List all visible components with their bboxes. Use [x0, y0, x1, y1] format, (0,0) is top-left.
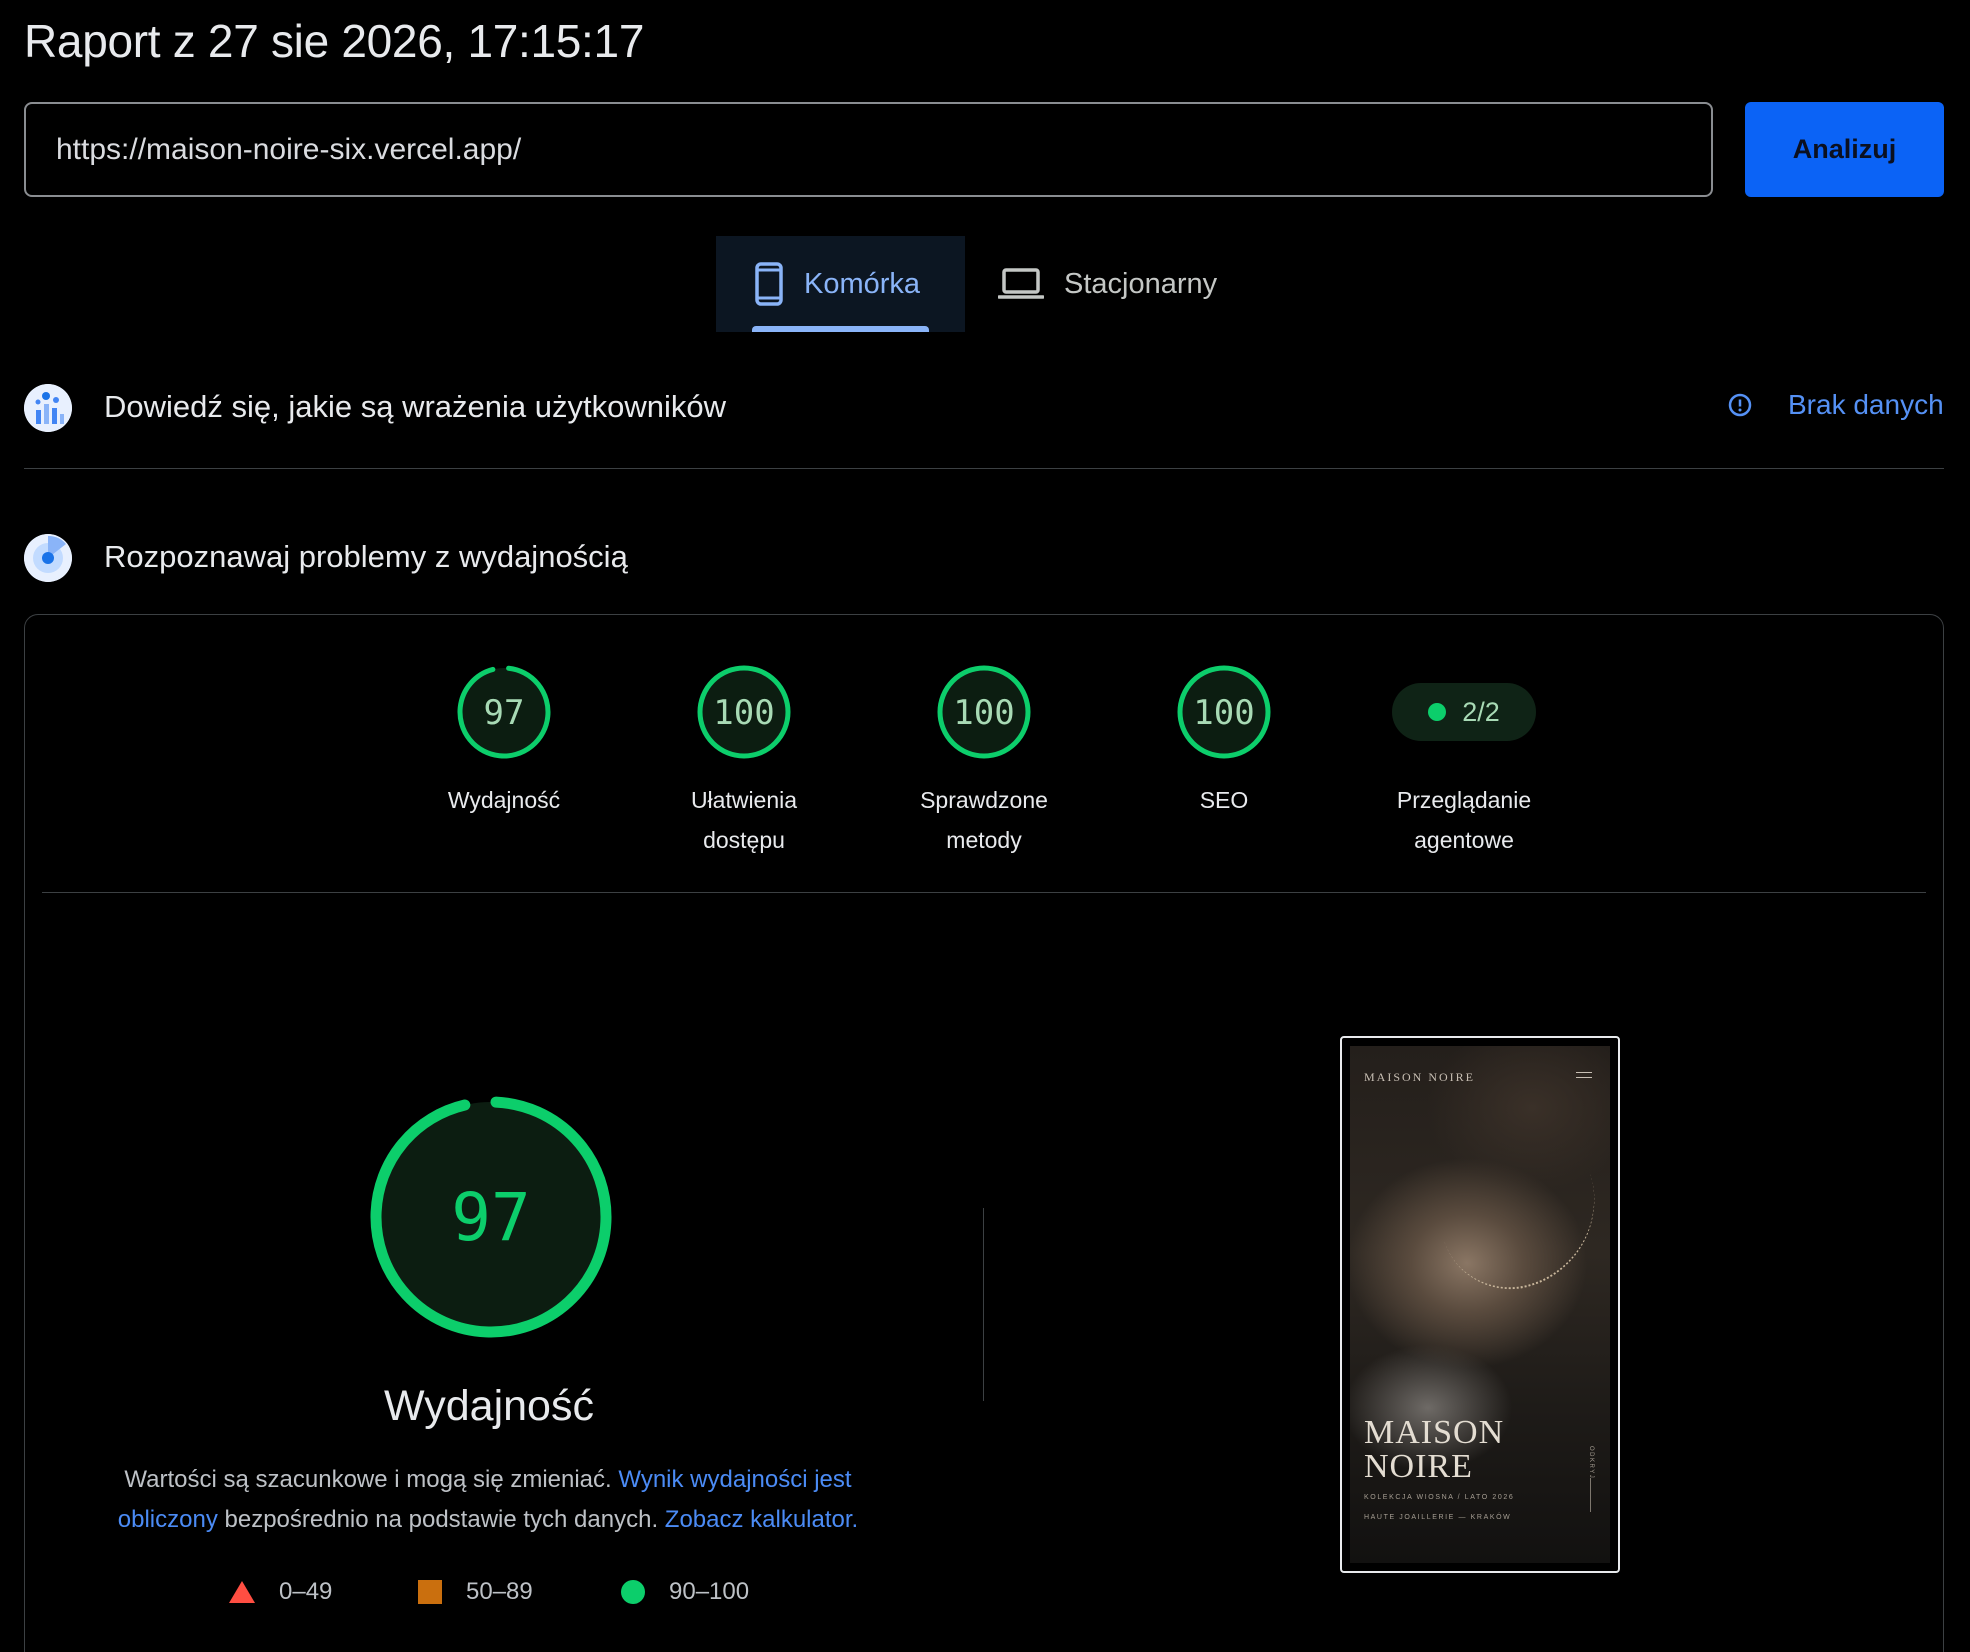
smartphone-icon: [754, 262, 784, 306]
score-value: 100: [953, 693, 1014, 733]
vertical-divider: [983, 1208, 984, 1401]
legend-fail: 0–49: [229, 1578, 332, 1606]
score-gauge-ring: 97: [457, 665, 551, 759]
legend-pass: 90–100: [621, 1578, 749, 1606]
thumb-subtitle-1: KOLEKCJA WIOSNA / LATO 2026: [1364, 1494, 1515, 1501]
no-data-link[interactable]: Brak danych: [1728, 389, 1944, 421]
lighthouse-icon: [24, 534, 72, 582]
desc-text-1: Wartości są szacunkowe i mogą się zmieni…: [124, 1466, 619, 1493]
desc-text-3: .: [851, 1506, 859, 1533]
score-gauge-ring: 100: [1177, 665, 1271, 759]
legend-average-range: 50–89: [466, 1578, 533, 1605]
triangle-icon: [229, 1581, 255, 1603]
score-gauge-1[interactable]: 100: [696, 664, 792, 765]
tab-desktop[interactable]: Stacjonarny: [996, 236, 1256, 332]
agentic-label-line2: agentowe: [1414, 827, 1514, 853]
score-label-1: Ułatwienia dostępu: [644, 780, 844, 860]
laptop-icon: [998, 267, 1044, 301]
legend-fail-range: 0–49: [279, 1578, 333, 1605]
circle-icon: [621, 1580, 645, 1604]
thumb-hero-line2: NOIRE: [1364, 1448, 1473, 1485]
square-icon: [418, 1580, 442, 1604]
score-gauge-3[interactable]: 100: [1176, 664, 1272, 765]
score-label-line1: Sprawdzone: [920, 787, 1048, 813]
score-label-line1: Ułatwienia: [690, 787, 798, 813]
score-gauge-2[interactable]: 100: [936, 664, 1032, 765]
score-gauge-ring: 100: [697, 665, 791, 759]
score-gauge-ring: 100: [937, 665, 1031, 759]
desc-text-2: bezpośrednio na podstawie tych danych.: [217, 1506, 665, 1533]
performance-gauge: 97: [370, 1096, 612, 1338]
score-label-line2: metody: [946, 827, 1022, 853]
tab-desktop-label: Stacjonarny: [1064, 267, 1218, 300]
thumb-side-text: ODKRYJ: [1588, 1446, 1594, 1480]
score-value: 100: [1193, 693, 1254, 733]
tab-selected-indicator: [752, 326, 929, 332]
users-chart-icon: [24, 384, 72, 432]
thumb-brand: MAISON NOIRE: [1364, 1070, 1475, 1084]
screenshot-image: MAISON NOIRE MAISON NOIRE KOLEKCJA WIOSN…: [1350, 1046, 1610, 1563]
pass-dot-icon: [1428, 703, 1447, 721]
tab-mobile-label: Komórka: [804, 267, 921, 300]
performance-description: Wartości są szacunkowe i mogą się zmieni…: [88, 1460, 888, 1540]
url-input[interactable]: [56, 132, 1711, 167]
see-calculator-link[interactable]: Zobacz kalkulator: [665, 1506, 852, 1533]
section-title-diagnose: Rozpoznawaj problemy z wydajnością: [104, 539, 628, 574]
legend-pass-range: 90–100: [669, 1578, 750, 1605]
agentic-browsing-badge[interactable]: 2/2: [1392, 683, 1536, 741]
score-label-line1: Wydajność: [447, 787, 561, 813]
score-label-3: SEO: [1124, 780, 1324, 820]
thumb-side-line: [1590, 1478, 1591, 1512]
score-label-line1: SEO: [1199, 787, 1249, 813]
necklace-shape: [1422, 1124, 1610, 1308]
score-label-line2: dostępu: [703, 827, 785, 853]
agentic-label-line1: Przeglądanie: [1396, 787, 1532, 813]
thumb-hero-line1: MAISON: [1364, 1414, 1505, 1451]
info-icon: [1728, 393, 1752, 417]
no-data-label: Brak danych: [1788, 389, 1944, 420]
agentic-label: Przeglądanie agentowe: [1364, 780, 1564, 860]
score-label-2: Sprawdzone metody: [884, 780, 1084, 860]
score-gauge-0[interactable]: 97: [456, 664, 552, 765]
url-field-container[interactable]: [24, 102, 1713, 197]
score-value: 100: [713, 693, 774, 733]
analyze-button[interactable]: Analizuj: [1745, 102, 1944, 197]
score-label-0: Wydajność: [404, 780, 604, 820]
performance-score: 97: [451, 1179, 530, 1256]
hamburger-menu-icon: [1576, 1072, 1592, 1082]
thumb-hero-title: MAISON NOIRE: [1364, 1416, 1504, 1484]
agentic-score: 2/2: [1462, 696, 1500, 727]
tab-mobile[interactable]: Komórka: [716, 236, 965, 332]
thumb-subtitle-2: HAUTE JOAILLERIE — KRAKÓW: [1364, 1514, 1512, 1521]
legend-average: 50–89: [418, 1578, 533, 1606]
section-title-experience: Dowiedź się, jakie są wrażenia użytkowni…: [104, 389, 726, 424]
section-divider: [24, 468, 1944, 469]
card-divider: [42, 892, 1926, 893]
page-screenshot[interactable]: MAISON NOIRE MAISON NOIRE KOLEKCJA WIOSN…: [1340, 1036, 1620, 1573]
performance-label: Wydajność: [384, 1382, 594, 1430]
score-value: 97: [484, 693, 525, 733]
report-title: Raport z 27 sie 2026, 17:15:17: [24, 15, 645, 67]
